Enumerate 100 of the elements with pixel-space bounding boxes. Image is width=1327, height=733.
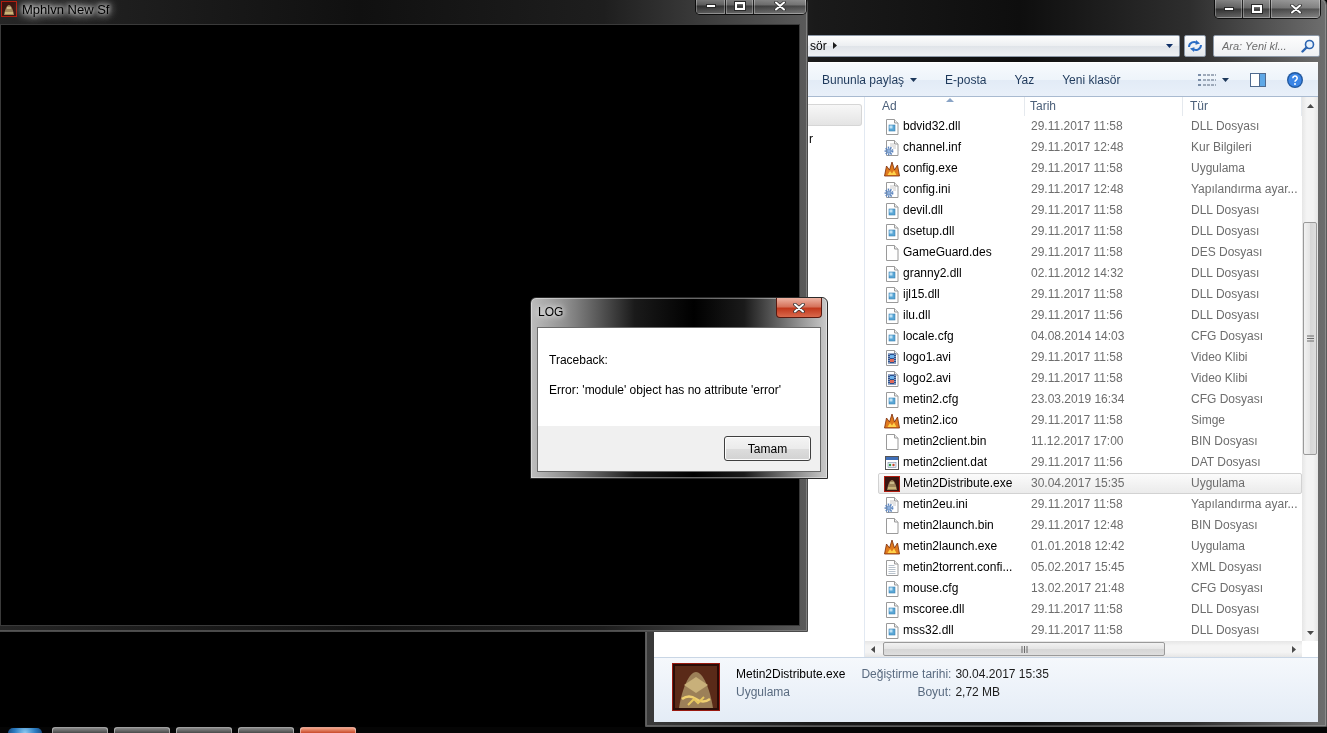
file-row[interactable]: Metin2Distribute.exe 30.04.2017 15:35 Uygulama: [878, 473, 1302, 494]
file-date: 11.12.2017 17:00: [1031, 434, 1124, 449]
app-icon: [672, 663, 720, 711]
address-bar[interactable]: sör: [808, 34, 1180, 57]
document-icon: [884, 328, 900, 345]
scroll-thumb[interactable]: [883, 642, 1165, 656]
file-row[interactable]: config.ini 29.11.2017 12:48 Yapılandırma ayar...: [878, 179, 1302, 200]
file-row[interactable]: metin2eu.ini 29.11.2017 11:58 Yapılandırma ayar...: [878, 494, 1302, 515]
file-row[interactable]: metin2.cfg 23.03.2019 16:34 CFG Dosyası: [878, 389, 1302, 410]
document-icon: [884, 307, 900, 324]
taskbar-button[interactable]: [114, 727, 170, 733]
file-name: mscoree.dll: [903, 602, 965, 617]
file-type: DLL Dosyası: [1191, 203, 1260, 218]
file-date: 29.11.2017 11:56: [1031, 455, 1123, 470]
taskbar-button[interactable]: [176, 727, 232, 733]
file-row[interactable]: metin2client.dat 29.11.2017 11:56 DAT Dosyası: [878, 452, 1302, 473]
file-date: 29.11.2017 11:58: [1031, 224, 1123, 239]
file-name: metin2client.bin: [903, 434, 987, 449]
file-date: 29.11.2017 12:48: [1031, 140, 1124, 155]
caret-icon: [832, 42, 837, 49]
file-row[interactable]: granny2.dll 02.11.2012 14:32 DLL Dosyası: [878, 263, 1302, 284]
minimize-icon: [1223, 6, 1234, 11]
message-text: Error: 'module' object has no attribute 'error': [549, 383, 782, 398]
close-button[interactable]: [776, 298, 822, 318]
file-row[interactable]: metin2client.bin 11.12.2017 17:00 BIN Dosyası: [878, 431, 1302, 452]
file-row[interactable]: GameGuard.des 29.11.2017 11:58 DES Dosyası: [878, 242, 1302, 263]
refresh-button[interactable]: [1184, 34, 1206, 57]
close-button[interactable]: [1271, 0, 1320, 18]
file-type: DLL Dosyası: [1191, 623, 1260, 638]
file-type: DES Dosyası: [1191, 245, 1263, 260]
file-name: Metin2Distribute.exe: [903, 476, 1013, 491]
field-label: Boyut:: [917, 684, 952, 700]
file-type: Yapılandırma ayar...: [1191, 182, 1298, 197]
file-date: 29.11.2017 11:58: [1031, 287, 1123, 302]
file-row[interactable]: logo1.avi 29.11.2017 11:58 Video Klibi: [878, 347, 1302, 368]
maximize-button[interactable]: [726, 0, 754, 14]
pane-icon: [1250, 71, 1266, 88]
caret-icon: [1292, 645, 1296, 653]
file-row[interactable]: bdvid32.dll 29.11.2017 11:58 DLL Dosyası: [878, 116, 1302, 137]
file-row[interactable]: mscoree.dll 29.11.2017 11:58 DLL Dosyası: [878, 599, 1302, 620]
nav-item[interactable]: r: [808, 128, 862, 150]
ok-button[interactable]: Tamam: [724, 436, 811, 461]
breadcrumb-item[interactable]: sör: [810, 37, 827, 54]
text-document-icon: [884, 559, 900, 576]
maximize-button[interactable]: [1243, 0, 1271, 18]
file-row[interactable]: ijl15.dll 29.11.2017 11:58 DLL Dosyası: [878, 284, 1302, 305]
file-date: 29.11.2017 12:48: [1031, 182, 1124, 197]
toolbar-button[interactable]: E-posta: [937, 67, 995, 92]
minimize-button[interactable]: [1215, 0, 1243, 18]
close-icon: [1289, 3, 1302, 14]
field-value: 30.04.2017 15:35: [955, 666, 1049, 682]
file-date: 29.11.2017 12:48: [1031, 518, 1124, 533]
toolbar-button[interactable]: Bununla paylaş: [814, 67, 926, 92]
minimize-button[interactable]: [696, 0, 726, 14]
minimize-icon: [705, 3, 716, 8]
caret-icon: [871, 645, 875, 653]
file-type: Simge: [1191, 413, 1225, 428]
file-type: BIN Dosyası: [1191, 434, 1258, 449]
file-row[interactable]: dsetup.dll 29.11.2017 11:58 DLL Dosyası: [878, 221, 1302, 242]
document-icon: [884, 391, 900, 408]
file-name: metin2.cfg: [903, 392, 959, 407]
close-button[interactable]: [754, 0, 806, 14]
file-date: 29.11.2017 11:56: [1031, 308, 1123, 323]
file-type: CFG Dosyası: [1191, 329, 1263, 344]
file-date: 29.11.2017 11:58: [1031, 497, 1123, 512]
file-row[interactable]: mouse.cfg 13.02.2017 21:48 CFG Dosyası: [878, 578, 1302, 599]
file-name: GameGuard.des: [903, 245, 992, 260]
file-type: CFG Dosyası: [1191, 581, 1263, 596]
file-name: logo2.avi: [903, 371, 952, 386]
taskbar-button[interactable]: [52, 727, 108, 733]
window-icon: [884, 454, 900, 471]
file-row[interactable]: mss32.dll 29.11.2017 11:58 DLL Dosyası: [878, 620, 1302, 641]
file-type: Yapılandırma ayar...: [1191, 497, 1298, 512]
file-name: metin2eu.ini: [903, 497, 968, 512]
file-row[interactable]: metin2torrent.confi... 05.02.2017 15:45 XML Dosyası: [878, 557, 1302, 578]
file-row[interactable]: channel.inf 29.11.2017 12:48 Kur Bilgileri: [878, 137, 1302, 158]
file-row[interactable]: logo2.avi 29.11.2017 11:58 Video Klibi: [878, 368, 1302, 389]
file-row[interactable]: metin2launch.exe 01.01.2018 12:42 Uygulama: [878, 536, 1302, 557]
file-name: metin2client.dat: [903, 455, 988, 470]
file-name: mouse.cfg: [903, 581, 959, 596]
toolbar-button[interactable]: Yeni klasör: [1054, 67, 1129, 92]
caret-icon: [1166, 43, 1173, 48]
help-icon: [1287, 71, 1303, 88]
document-icon: [884, 223, 900, 240]
file-row[interactable]: locale.cfg 04.08.2014 14:03 CFG Dosyası: [878, 326, 1302, 347]
search-field[interactable]: Ara: Yeni kl...: [1213, 34, 1320, 57]
file-row[interactable]: metin2.ico 29.11.2017 11:58 Simge: [878, 410, 1302, 431]
scroll-thumb[interactable]: [1303, 222, 1317, 455]
settings-document-icon: [884, 496, 900, 513]
file-row[interactable]: config.exe 29.11.2017 11:58 Uygulama: [878, 158, 1302, 179]
close-icon: [774, 0, 786, 11]
file-name: logo1.avi: [903, 350, 952, 365]
file-row[interactable]: ilu.dll 29.11.2017 11:56 DLL Dosyası: [878, 305, 1302, 326]
file-row[interactable]: metin2launch.bin 29.11.2017 12:48 BIN Dosyası: [878, 515, 1302, 536]
caret-icon: [1222, 77, 1229, 82]
taskbar-button[interactable]: [238, 727, 294, 733]
file-row[interactable]: devil.dll 29.11.2017 11:58 DLL Dosyası: [878, 200, 1302, 221]
field-value: 2,72 MB: [955, 684, 1001, 700]
start-button[interactable]: [8, 728, 42, 733]
toolbar-button[interactable]: Yaz: [1006, 67, 1043, 92]
